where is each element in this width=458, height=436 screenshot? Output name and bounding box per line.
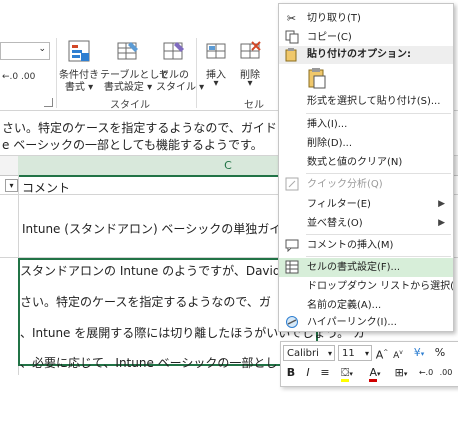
group-cells-label: セル: [244, 100, 264, 111]
submenu-arrow-icon: ▶: [438, 199, 445, 209]
insert-cells-icon: [206, 40, 228, 62]
insert-chevron-icon: ▾: [213, 78, 219, 89]
menu-item-insert[interactable]: 挿入(I)...: [279, 115, 453, 134]
menu-separator: [306, 113, 451, 114]
menu-item-quick-analysis[interactable]: クイック分析(Q): [279, 175, 453, 194]
cell-text: スタンドアロンの Intune のようですが、David: [20, 264, 281, 278]
menu-item-delete[interactable]: 削除(D)...: [279, 134, 453, 153]
submenu-arrow-icon: ▶: [438, 218, 445, 228]
paste-option-button[interactable]: [307, 67, 327, 89]
conditional-format-label-2: 書式 ▾: [64, 82, 94, 93]
header-cell-comment[interactable]: コメント: [22, 179, 70, 196]
quick-analysis-icon: [284, 177, 299, 192]
cell-text: 、必要に応じて、Intune ベーシックの一部とし: [20, 356, 278, 370]
chevron-down-icon: ▾: [327, 349, 332, 358]
cell-style-button[interactable]: セルの スタイル ▾: [156, 40, 205, 94]
menu-item-hyperlink[interactable]: ハイパーリンク(I)...: [279, 313, 453, 331]
currency-format-button[interactable]: ¥▾: [409, 345, 429, 362]
message-line-1: さい。特定のケースを指定するようなので、ガイドよ: [2, 121, 289, 135]
align-center-button[interactable]: ≡: [318, 365, 332, 381]
message-line-2: e ベーシックの一部としても機能するようです。: [2, 138, 263, 152]
delete-cells-button[interactable]: 削除 ▾: [236, 40, 264, 94]
cell-text[interactable]: Intune (スタンドアロン) ベーシックの単独ガイ: [22, 220, 281, 237]
ribbon-divider: [56, 38, 57, 108]
conditional-format-button[interactable]: 条件付き 書式 ▾: [58, 40, 100, 94]
cell-text: さい。特定のケースを指定するようなので、ガ: [20, 295, 271, 309]
insert-cells-button[interactable]: 挿入 ▾: [202, 40, 230, 94]
group-style-label: スタイル: [110, 100, 150, 111]
delete-chevron-icon: ▾: [247, 78, 253, 89]
menu-item-sort[interactable]: 並べ替え(O) ▶: [279, 214, 453, 233]
menu-item-pick-dropdown[interactable]: ドロップダウン リストから選択(K)...: [279, 277, 453, 296]
increase-decimal-button[interactable]: ←.0: [417, 365, 435, 381]
ribbon-divider-2: [196, 38, 197, 108]
borders-button[interactable]: ⊞▾: [391, 365, 411, 382]
font-name-dropdown[interactable]: Calibri ▾: [283, 345, 335, 361]
font-color-button[interactable]: A▾: [364, 365, 386, 382]
comment-icon: [284, 238, 299, 253]
paste-options-header: 貼り付けのオプション:: [279, 46, 453, 64]
menu-item-cut[interactable]: ✂ 切り取り(T): [279, 9, 453, 28]
fill-color-button[interactable]: ⛋▾: [336, 365, 358, 382]
copy-icon: [284, 30, 299, 45]
borders-icon: ⊞: [394, 366, 404, 379]
cell-style-icon: [163, 40, 185, 62]
menu-item-filter[interactable]: フィルター(E) ▶: [279, 195, 453, 214]
menu-separator: [306, 173, 451, 174]
percent-button[interactable]: %: [433, 345, 447, 361]
dialog-launcher-icon[interactable]: [44, 98, 53, 107]
menu-item-copy[interactable]: コピー(C): [279, 28, 453, 47]
format-cells-icon: [284, 260, 299, 275]
increase-decimal-button[interactable]: ←.0 .00: [2, 72, 35, 82]
paste-header-icon: [284, 48, 298, 69]
clipboard-icon: [307, 67, 327, 92]
cell-style-label-2: スタイル ▾: [156, 82, 205, 93]
chevron-down-icon: ⌄: [38, 44, 46, 54]
number-format-icons: ←.0 .00: [0, 72, 58, 86]
bold-button[interactable]: B: [284, 365, 298, 381]
table-format-icon: [117, 40, 139, 62]
italic-button[interactable]: I: [301, 365, 315, 381]
conditional-format-icon: [68, 40, 90, 62]
scissors-icon: ✂: [286, 12, 297, 25]
font-size-dropdown[interactable]: ⌄: [0, 42, 50, 60]
menu-item-paste-special[interactable]: 形式を選択して貼り付け(S)...: [279, 92, 453, 111]
hyperlink-icon: [284, 315, 299, 330]
delete-cells-icon: [240, 40, 262, 62]
font-size-dropdown[interactable]: 11 ▾: [338, 345, 372, 361]
menu-item-insert-comment[interactable]: コメントの挿入(M): [279, 236, 453, 255]
decrease-decimal-button[interactable]: .00: [437, 365, 455, 381]
format-as-table-button[interactable]: テーブルとして 書式設定 ▾: [100, 40, 169, 94]
mini-toolbar: Calibri ▾ 11 ▾ A^ Av ¥▾ % B I ≡ ⛋▾ A▾ ⊞▾…: [280, 341, 458, 387]
context-menu: ✂ 切り取り(T) コピー(C) 貼り付けのオプション: 形式を選択して貼り付け…: [278, 3, 454, 332]
menu-separator: [306, 234, 451, 235]
menu-separator: [306, 256, 451, 257]
menu-item-format-cells[interactable]: セルの書式設定(F)...: [279, 258, 453, 277]
menu-item-clear[interactable]: 数式と値のクリア(N): [279, 153, 453, 172]
chevron-down-icon: ▾: [364, 349, 369, 358]
format-as-table-label-2: 書式設定 ▾: [103, 82, 153, 93]
grow-font-button[interactable]: A^: [375, 345, 389, 364]
shrink-font-button[interactable]: Av: [391, 345, 405, 364]
filter-dropdown-button[interactable]: ▾: [5, 179, 18, 192]
